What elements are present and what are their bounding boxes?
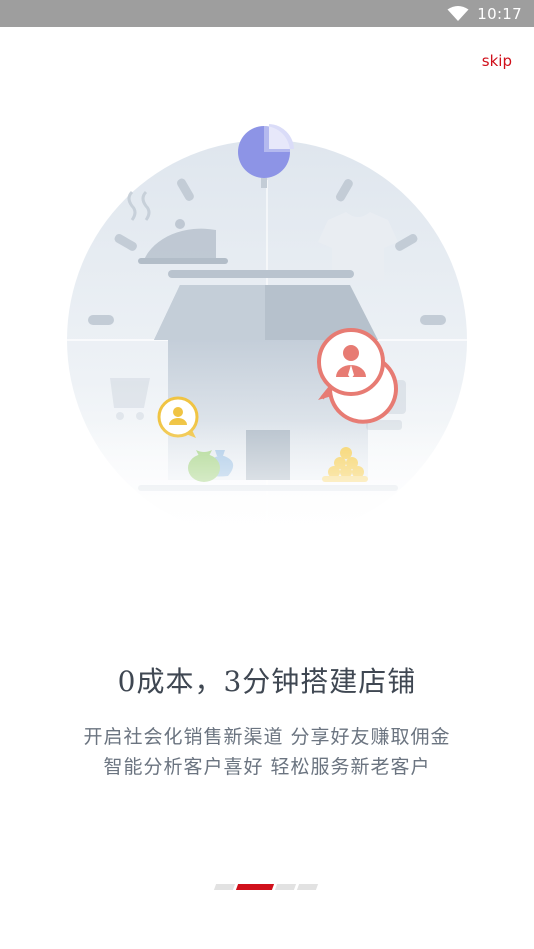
onboarding-illustration — [60, 124, 474, 540]
onboarding-description-line-2: 智能分析客户喜好 轻松服务新老客户 — [103, 756, 431, 778]
onboarding-description-line-1: 开启社会化销售新渠道 分享好友赚取佣金 — [83, 726, 451, 748]
skip-button[interactable]: skip — [482, 52, 512, 70]
status-bar: 10:17 — [0, 0, 534, 27]
page-indicator-dot[interactable] — [213, 884, 236, 890]
onboarding-headline: 0成本，3分钟搭建店铺 — [117, 665, 417, 698]
page-indicator-dot[interactable] — [296, 884, 319, 890]
wifi-icon — [447, 5, 469, 21]
page-indicator-dot-active[interactable] — [235, 884, 275, 890]
status-time: 10:17 — [477, 4, 522, 23]
page-indicator — [213, 884, 319, 890]
page-indicator-dot[interactable] — [274, 884, 297, 890]
